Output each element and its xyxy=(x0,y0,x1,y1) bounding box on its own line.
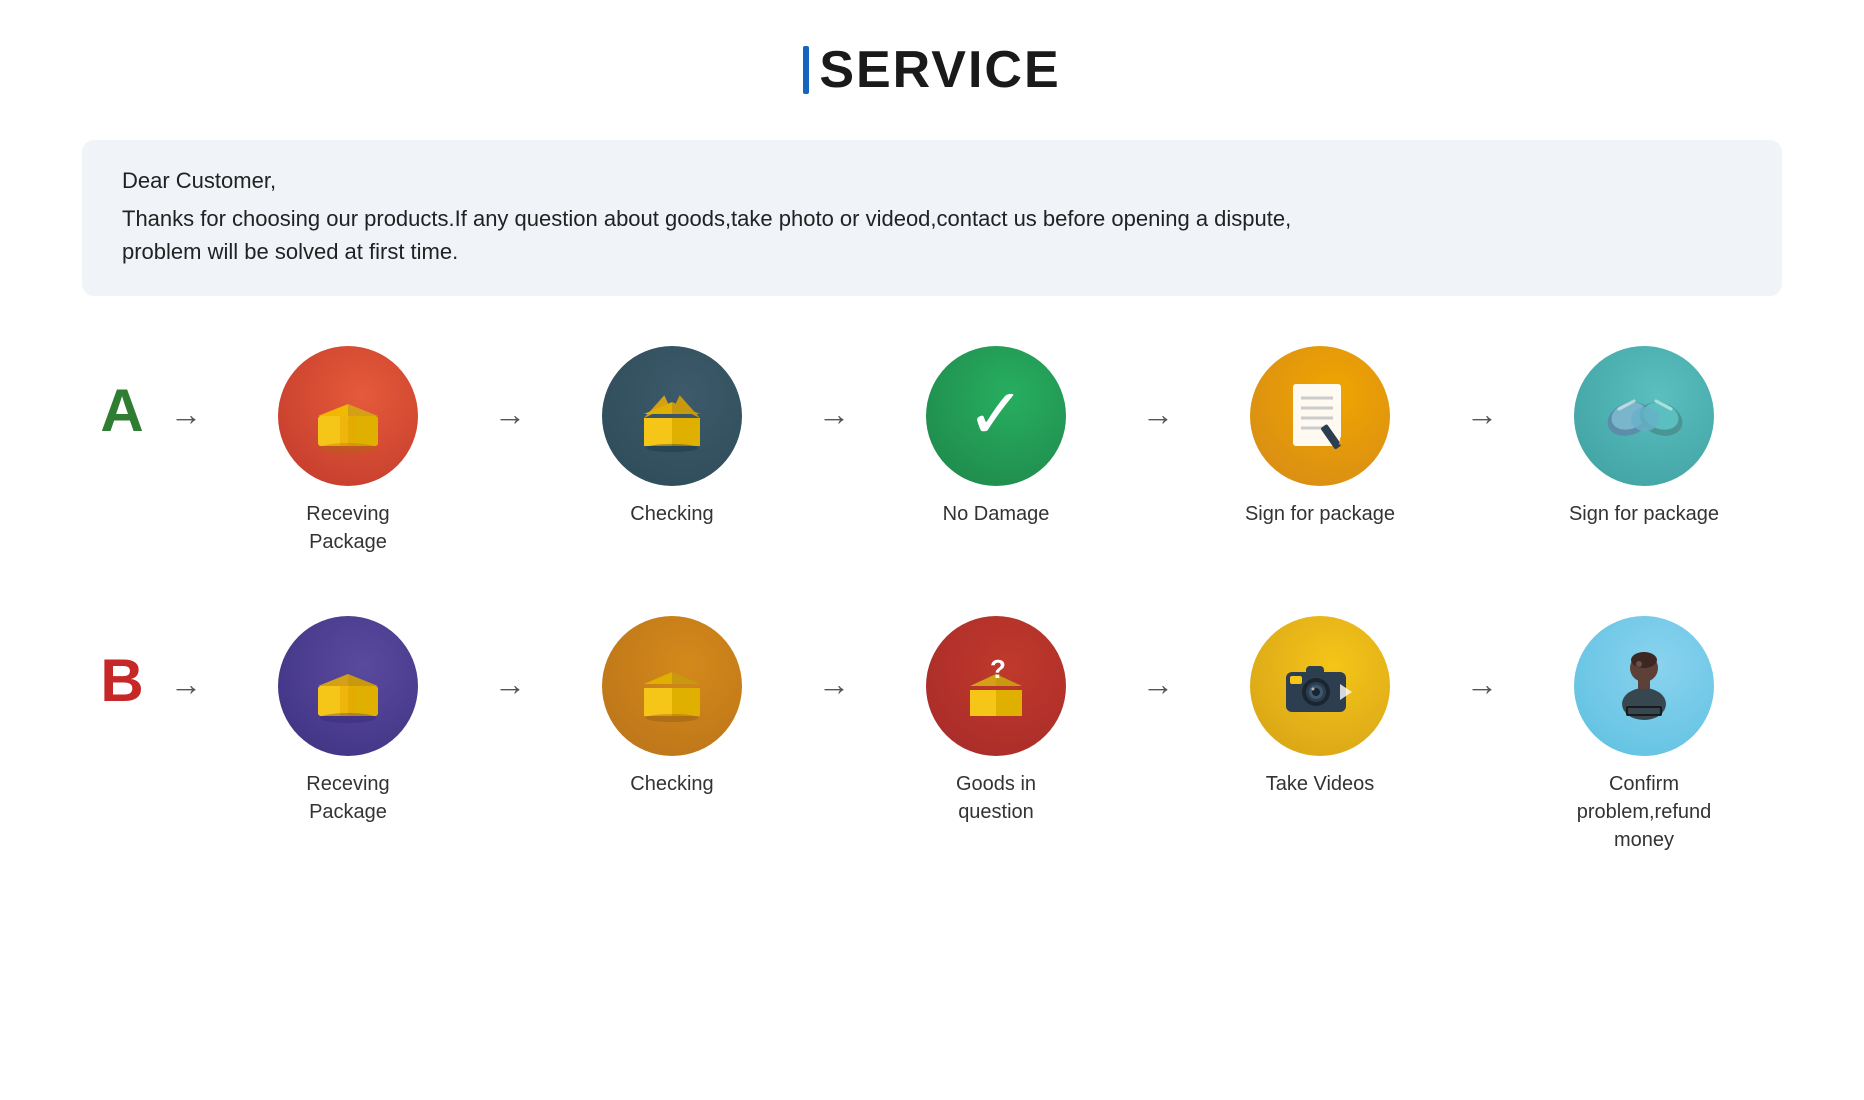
package-icon-a xyxy=(308,376,388,456)
flow-item-a-3: ✓ No Damage xyxy=(858,346,1134,528)
open-package-icon-b xyxy=(632,646,712,726)
label-b-3: Goods in question xyxy=(916,770,1076,826)
flow-item-a-4: Sign for package xyxy=(1182,346,1458,528)
arrow-a-0: → xyxy=(162,396,210,433)
title-bar-accent xyxy=(803,46,809,94)
label-a-5: Sign for package xyxy=(1569,500,1719,528)
document-icon xyxy=(1283,376,1358,456)
label-b-5: Confirm problem,refund money xyxy=(1564,770,1724,854)
flow-item-b-2: Checking xyxy=(534,616,810,798)
arrow-a-4: → xyxy=(1458,396,1506,433)
svg-text:?: ? xyxy=(990,654,1006,684)
circle-a-sign2 xyxy=(1574,346,1714,486)
notice-line1: Dear Customer, xyxy=(122,168,1742,194)
handshake-icon xyxy=(1599,381,1689,451)
arrow-b-2: → xyxy=(810,666,858,703)
circle-a-receiving xyxy=(278,346,418,486)
arrow-b-4: → xyxy=(1458,666,1506,703)
flow-item-b-4: Take Videos xyxy=(1182,616,1458,798)
flow-item-b-3: ? Goods in question xyxy=(858,616,1134,826)
label-a-3: No Damage xyxy=(943,500,1050,528)
label-b-4: Take Videos xyxy=(1266,770,1375,798)
arrow-b-1: → xyxy=(486,666,534,703)
label-a-2: Checking xyxy=(630,500,713,528)
package-icon-b xyxy=(308,646,388,726)
page-title: SERVICE xyxy=(819,40,1060,100)
arrow-a-1: → xyxy=(486,396,534,433)
flow-item-b-5: Confirm problem,refund money xyxy=(1506,616,1782,854)
open-package-icon-a xyxy=(632,376,712,456)
question-box-icon: ? xyxy=(956,646,1036,726)
flow-item-a-2: Checking xyxy=(534,346,810,528)
flow-item-a-1: Receving Package xyxy=(210,346,486,556)
flow-section: A → xyxy=(82,346,1782,864)
person-icon xyxy=(1604,646,1684,726)
checkmark-icon: ✓ xyxy=(967,379,1026,449)
circle-b-question: ? xyxy=(926,616,1066,756)
circle-a-nodamage: ✓ xyxy=(926,346,1066,486)
flow-item-a-5: Sign for package xyxy=(1506,346,1782,528)
label-a-4: Sign for package xyxy=(1245,500,1395,528)
flow-item-b-1: Receving Package xyxy=(210,616,486,826)
camera-icon xyxy=(1278,654,1363,719)
circle-b-refund xyxy=(1574,616,1714,756)
notice-box: Dear Customer, Thanks for choosing our p… xyxy=(82,140,1782,296)
circle-b-receiving xyxy=(278,616,418,756)
label-a-1: Receving Package xyxy=(268,500,428,556)
row-a-letter: A xyxy=(82,376,162,445)
flow-row-a: A → xyxy=(82,346,1782,556)
circle-a-checking xyxy=(602,346,742,486)
arrow-a-3: → xyxy=(1134,396,1182,433)
flow-row-b: B → Receving Package → xyxy=(82,616,1782,854)
circle-b-checking xyxy=(602,616,742,756)
label-b-2: Checking xyxy=(630,770,713,798)
notice-line2: Thanks for choosing our products.If any … xyxy=(122,202,1742,268)
arrow-a-2: → xyxy=(810,396,858,433)
arrow-b-0: → xyxy=(162,666,210,703)
circle-b-camera xyxy=(1250,616,1390,756)
label-b-1: Receving Package xyxy=(268,770,428,826)
row-b-letter: B xyxy=(82,646,162,715)
arrow-b-3: → xyxy=(1134,666,1182,703)
circle-a-sign1 xyxy=(1250,346,1390,486)
page-title-section: SERVICE xyxy=(803,40,1060,100)
